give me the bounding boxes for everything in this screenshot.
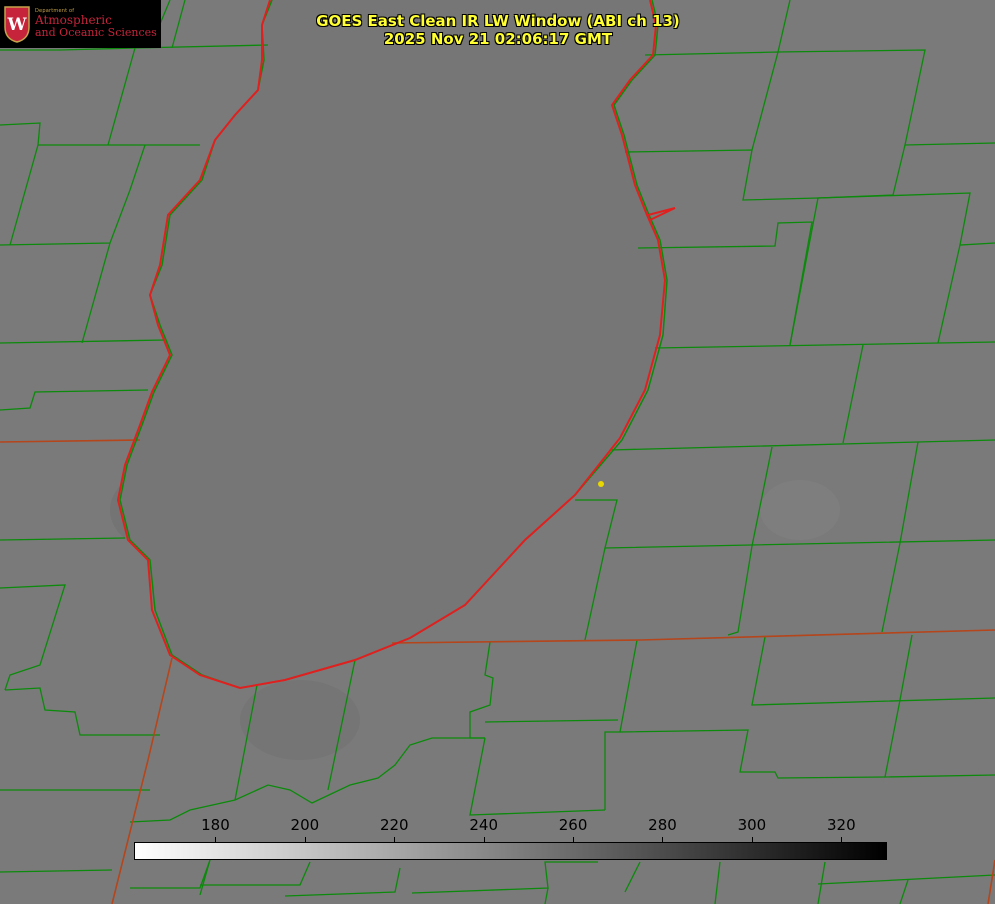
ir-texture xyxy=(760,480,840,540)
location-marker xyxy=(598,481,604,487)
colorbar-tick-label: 320 xyxy=(826,816,856,834)
svg-text:W: W xyxy=(6,15,27,35)
uw-seal-icon: W xyxy=(4,6,30,43)
logo-line-2: and Oceanic Sciences xyxy=(35,26,157,39)
colorbar-tick-label: 220 xyxy=(379,816,409,834)
colorbar-tick-label: 180 xyxy=(201,816,230,834)
colorbar-tick-label: 280 xyxy=(648,816,677,834)
aos-logo: W Department of Atmospheric and Oceanic … xyxy=(0,0,161,48)
image-title: GOES East Clean IR LW Window (ABI ch 13) xyxy=(316,12,680,30)
colorbar-tick-label: 200 xyxy=(290,816,320,834)
logo-line-1: Atmospheric xyxy=(35,13,112,27)
image-timestamp: 2025 Nov 21 02:06:17 GMT xyxy=(383,30,613,48)
colorbar-tick-label: 240 xyxy=(469,816,498,834)
colorbar-tick-label: 300 xyxy=(737,816,767,834)
colorbar xyxy=(134,842,887,860)
satellite-map xyxy=(0,0,995,904)
colorbar-tick-label: 260 xyxy=(558,816,588,834)
